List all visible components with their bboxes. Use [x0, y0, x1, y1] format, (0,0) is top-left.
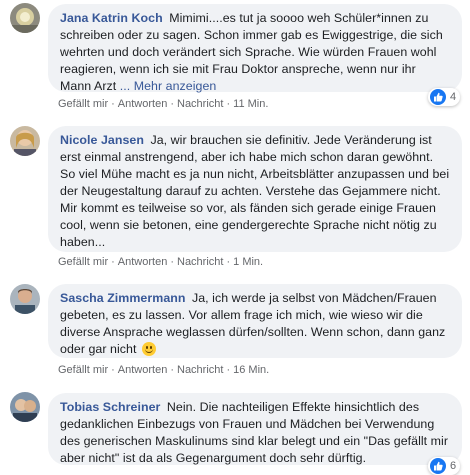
- comment-bubble: Jana Katrin Koch Mimimi....es tut ja soo…: [48, 4, 462, 93]
- message-link[interactable]: Nachricht: [177, 98, 223, 110]
- comment-text: Ja, wir brauchen sie definitiv. Jede Ver…: [60, 133, 450, 249]
- comment-actions: Gefällt mir · Antworten · Nachricht · 11 Min.: [58, 98, 268, 110]
- like-link[interactable]: Gefällt mir: [58, 98, 108, 110]
- separator: ·: [170, 364, 174, 376]
- separator: ·: [170, 98, 174, 110]
- separator: ·: [111, 364, 115, 376]
- comment-author[interactable]: Nicole Jansen: [60, 133, 144, 147]
- like-link[interactable]: Gefällt mir: [58, 256, 108, 268]
- separator: ·: [226, 256, 231, 268]
- separator: ·: [111, 256, 115, 268]
- reaction-count: 6: [450, 460, 457, 472]
- comment-timestamp[interactable]: 1 Min.: [233, 256, 263, 268]
- comment-timestamp[interactable]: 16 Min.: [233, 364, 269, 376]
- comment-author[interactable]: Jana Katrin Koch: [60, 11, 163, 25]
- comment-bubble: Nicole Jansen Ja, wir brauchen sie defin…: [48, 126, 462, 252]
- comment-author[interactable]: Tobias Schreiner: [60, 400, 160, 414]
- avatar[interactable]: [10, 284, 40, 314]
- avatar[interactable]: [10, 3, 40, 33]
- separator: ·: [111, 98, 115, 110]
- show-more-link[interactable]: ... Mehr anzeigen: [120, 79, 217, 93]
- separator: ·: [226, 364, 231, 376]
- comment-bubble: Sascha Zimmermann Ja, ich werde ja selbs…: [48, 284, 462, 358]
- comment-bubble: Tobias Schreiner Nein. Die nachteiligen …: [48, 393, 462, 465]
- reaction-summary[interactable]: 6: [428, 457, 461, 475]
- comment-author[interactable]: Sascha Zimmermann: [60, 291, 186, 305]
- thumbs-up-icon: [430, 89, 446, 105]
- comment-actions: Gefällt mir · Antworten · Nachricht · 1 Min.: [58, 256, 263, 268]
- message-link[interactable]: Nachricht: [177, 256, 223, 268]
- smiley-emoji-icon: [141, 342, 156, 356]
- reply-link[interactable]: Antworten: [118, 256, 168, 268]
- avatar[interactable]: [10, 392, 40, 422]
- like-link[interactable]: Gefällt mir: [58, 364, 108, 376]
- reaction-summary[interactable]: 4: [428, 88, 461, 106]
- comment-actions: Gefällt mir · Antworten · Nachricht · 16 Min.: [58, 364, 269, 376]
- reply-link[interactable]: Antworten: [118, 98, 168, 110]
- avatar[interactable]: [10, 126, 40, 156]
- reaction-count: 4: [450, 91, 457, 103]
- reply-link[interactable]: Antworten: [118, 364, 168, 376]
- separator: ·: [226, 98, 231, 110]
- separator: ·: [170, 256, 174, 268]
- message-link[interactable]: Nachricht: [177, 364, 223, 376]
- comment-timestamp[interactable]: 11 Min.: [233, 98, 268, 110]
